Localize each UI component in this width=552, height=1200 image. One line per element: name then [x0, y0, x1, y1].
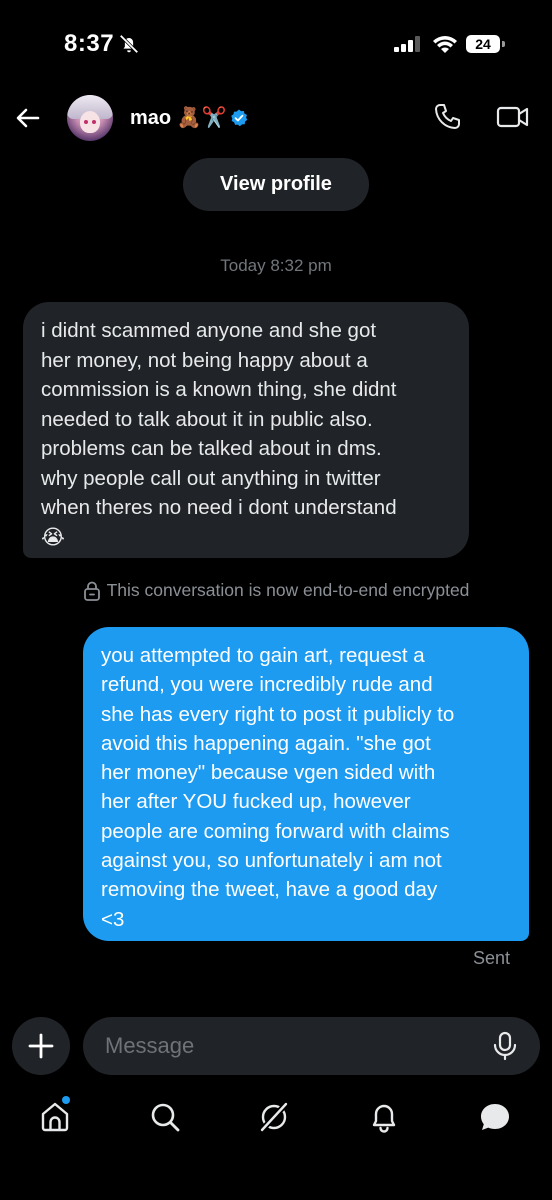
- message-line: her money" because vgen sided with: [101, 761, 436, 785]
- home-notification-dot: [62, 1096, 70, 1104]
- message-line: i didnt scammed anyone and she got: [41, 319, 377, 342]
- microphone-icon[interactable]: [492, 1031, 518, 1061]
- message-line: she has every right to post it publicly …: [101, 702, 455, 726]
- message-line: <3: [101, 907, 125, 931]
- avatar[interactable]: [67, 95, 113, 141]
- conversation-header: mao 🧸✂️: [0, 90, 552, 150]
- message-input[interactable]: [83, 1017, 540, 1075]
- search-icon[interactable]: [148, 1100, 182, 1134]
- home-icon[interactable]: [38, 1100, 72, 1134]
- view-profile-button[interactable]: View profile: [183, 158, 369, 211]
- message-line: her money, not being happy about a: [41, 348, 368, 372]
- incoming-message-bubble[interactable]: i didnt scammed anyone and she got her m…: [23, 302, 469, 558]
- message-timestamp: Today 8:32 pm: [220, 256, 332, 275]
- notifications-bell-icon[interactable]: [367, 1100, 401, 1134]
- grok-icon[interactable]: [257, 1100, 291, 1134]
- battery-tip: [502, 41, 505, 47]
- outgoing-message-bubble[interactable]: you attempted to gain art, request a ref…: [83, 627, 529, 941]
- message-line: problems can be talked about in dms.: [41, 437, 382, 460]
- verified-badge-icon: [231, 108, 248, 126]
- phone-icon[interactable]: [432, 102, 462, 132]
- message-line: removing the tweet, have a good day: [101, 878, 438, 902]
- add-attachment-button[interactable]: [12, 1017, 70, 1075]
- wifi-icon: [433, 36, 457, 53]
- encryption-notice: This conversation is now end-to-end encr…: [0, 580, 552, 601]
- message-line: her after YOU fucked up, however: [101, 790, 411, 814]
- contact-name-label: mao 🧸✂️: [130, 107, 227, 129]
- message-line: needed to talk about it in public also.: [41, 407, 373, 431]
- message-line: you attempted to gain art, request a: [101, 644, 425, 667]
- message-line: commission is a known thing, she didnt: [41, 378, 397, 401]
- message-line: people are coming forward with claims: [101, 819, 450, 843]
- sent-status: Sent: [472, 948, 510, 968]
- message-line: when theres no need i dont understand: [41, 496, 397, 519]
- signal-icon: [394, 36, 420, 52]
- video-call-icon[interactable]: [496, 103, 530, 131]
- message-line: refund, you were incredibly rude and: [101, 673, 433, 697]
- message-line: avoid this happening again. "she got: [101, 731, 431, 755]
- message-line: why people call out anything in twitter: [41, 466, 381, 490]
- bottom-navigation: [0, 1085, 552, 1155]
- contact-name[interactable]: mao 🧸✂️: [130, 105, 248, 130]
- encryption-notice-text: This conversation is now end-to-end encr…: [106, 580, 470, 600]
- bell-off-icon: [119, 34, 139, 54]
- message-line: against you, so unfortunately i am not: [101, 849, 442, 873]
- lock-icon: [83, 581, 100, 601]
- messages-icon[interactable]: [478, 1100, 512, 1134]
- message-line: 😭: [41, 525, 65, 549]
- status-time: 8:37: [64, 30, 115, 57]
- plus-icon: [28, 1033, 54, 1059]
- back-arrow-icon[interactable]: [14, 104, 42, 132]
- status-bar: 8:37 24: [0, 0, 552, 90]
- battery-indicator: 24: [466, 35, 500, 53]
